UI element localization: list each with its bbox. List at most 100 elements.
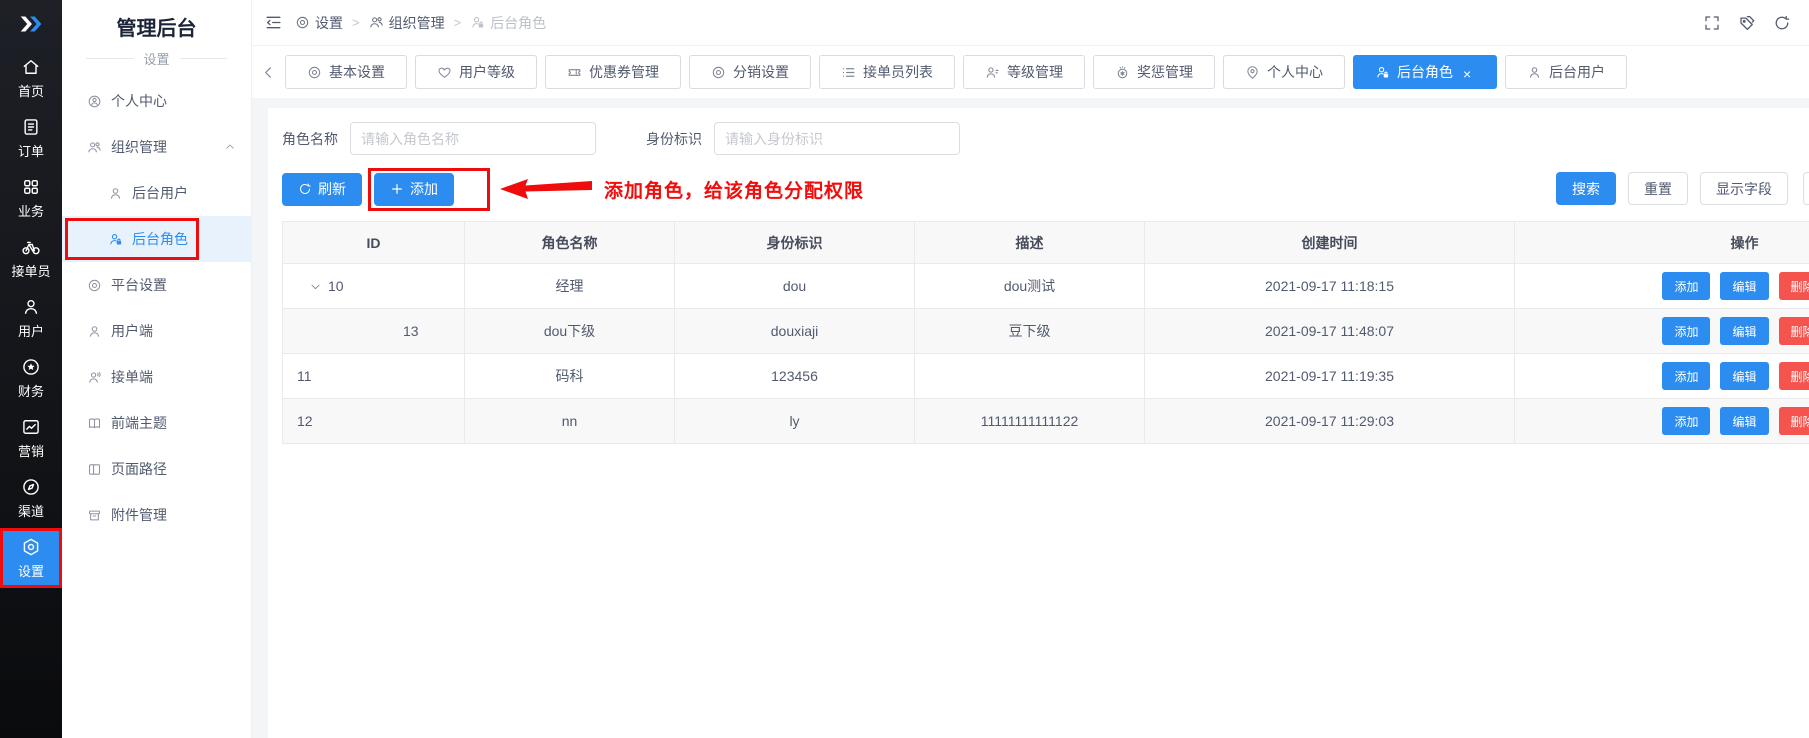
home-icon bbox=[21, 57, 41, 77]
row-delete-button[interactable]: 删除 bbox=[1779, 317, 1809, 345]
tab-profile[interactable]: 个人中心 bbox=[1223, 55, 1345, 89]
refresh-label: 刷新 bbox=[318, 179, 346, 199]
sidebar-group-text: 设置 bbox=[144, 49, 170, 68]
heart-icon bbox=[437, 65, 452, 80]
refresh-icon[interactable] bbox=[1773, 14, 1791, 32]
tab-level-management[interactable]: 等级管理 bbox=[963, 55, 1085, 89]
tab-admin-roles[interactable]: 后台角色× bbox=[1353, 55, 1497, 89]
person-lock-icon bbox=[108, 232, 123, 247]
cell-created-at: 2021-09-17 11:48:07 bbox=[1145, 309, 1515, 354]
breadcrumb-item-organization[interactable]: 组织管理 bbox=[369, 13, 445, 33]
sidebar-item-attachments[interactable]: 附件管理 bbox=[62, 492, 251, 538]
tab-label: 用户等级 bbox=[459, 62, 515, 82]
show-fields-label: 显示字段 bbox=[1716, 179, 1772, 199]
sidebar-item-page-path[interactable]: 页面路径 bbox=[62, 446, 251, 492]
app-logo bbox=[0, 0, 62, 48]
add-role-button[interactable]: 添加 bbox=[374, 173, 454, 206]
rail-item-marketing[interactable]: 营销 bbox=[0, 408, 62, 468]
person-icon bbox=[1527, 65, 1542, 80]
tab-close-icon[interactable]: × bbox=[1463, 66, 1475, 78]
table-row: 11 码科 123456 2021-09-17 11:19:35 添加编辑删除 bbox=[283, 354, 1809, 399]
compass-icon bbox=[21, 477, 41, 497]
rail-item-couriers[interactable]: 接单员 bbox=[0, 228, 62, 288]
tab-reward-punishment[interactable]: 奖惩管理 bbox=[1093, 55, 1215, 89]
tab-courier-list[interactable]: 接单员列表 bbox=[819, 55, 955, 89]
refresh-button[interactable]: 刷新 bbox=[282, 173, 362, 206]
toolbar-row: 刷新 添加 添加角色，给该角色分配权限 搜索 重置 显示字段 bbox=[282, 171, 1809, 207]
rail-item-orders[interactable]: 订单 bbox=[0, 108, 62, 168]
cell-identity: dou bbox=[675, 264, 915, 309]
breadcrumb-item-settings[interactable]: 设置 bbox=[295, 13, 343, 33]
fullscreen-icon[interactable] bbox=[1703, 14, 1721, 32]
row-add-button[interactable]: 添加 bbox=[1662, 362, 1710, 390]
cell-created-at: 2021-09-17 11:18:15 bbox=[1145, 264, 1515, 309]
filter-row: 角色名称 身份标识 bbox=[282, 122, 1809, 155]
row-edit-button[interactable]: 编辑 bbox=[1720, 407, 1768, 435]
rail-item-label: 接单员 bbox=[11, 261, 50, 280]
rail-item-users[interactable]: 用户 bbox=[0, 288, 62, 348]
rail-item-label: 业务 bbox=[18, 201, 44, 220]
search-button[interactable]: 搜索 bbox=[1556, 172, 1616, 205]
row-delete-button[interactable]: 删除 bbox=[1779, 362, 1809, 390]
row-add-button[interactable]: 添加 bbox=[1662, 272, 1710, 300]
identity-label: 身份标识 bbox=[646, 129, 702, 149]
tab-basic-settings[interactable]: 基本设置 bbox=[285, 55, 407, 89]
cell-description: dou测试 bbox=[915, 264, 1145, 309]
cell-role-name: dou下级 bbox=[465, 309, 675, 354]
search-actions: 搜索 重置 显示字段 bbox=[1556, 172, 1788, 205]
reset-button[interactable]: 重置 bbox=[1628, 172, 1688, 205]
collapse-sidebar-icon[interactable] bbox=[264, 13, 283, 32]
table-row-child: 13 dou下级 douxiaji 豆下级 2021-09-17 11:48:0… bbox=[283, 309, 1809, 354]
people-icon bbox=[87, 140, 102, 155]
sidebar-item-admin-roles[interactable]: 后台角色 bbox=[62, 216, 251, 262]
tab-user-levels[interactable]: 用户等级 bbox=[415, 55, 537, 89]
rail-item-label: 渠道 bbox=[18, 501, 44, 520]
row-add-button[interactable]: 添加 bbox=[1662, 317, 1710, 345]
rail-item-settings[interactable]: 设置 bbox=[0, 528, 62, 588]
rail-item-finance[interactable]: 财务 bbox=[0, 348, 62, 408]
sidebar-item-organization[interactable]: 组织管理 bbox=[62, 124, 251, 170]
chevron-up-icon[interactable] bbox=[224, 141, 236, 153]
row-add-button[interactable]: 添加 bbox=[1662, 407, 1710, 435]
row-delete-button[interactable]: 删除 bbox=[1779, 407, 1809, 435]
sidebar-item-admin-users[interactable]: 后台用户 bbox=[62, 170, 251, 216]
row-edit-button[interactable]: 编辑 bbox=[1720, 317, 1768, 345]
col-id: ID bbox=[283, 222, 465, 264]
rail-item-home[interactable]: 首页 bbox=[0, 48, 62, 108]
identity-input[interactable] bbox=[714, 122, 960, 155]
show-fields-button[interactable]: 显示字段 bbox=[1700, 172, 1788, 205]
menu-label: 用户端 bbox=[111, 321, 153, 341]
rail-item-label: 首页 bbox=[18, 81, 44, 100]
row-edit-button[interactable]: 编辑 bbox=[1720, 362, 1768, 390]
tabs-scroll-left-icon[interactable] bbox=[260, 64, 277, 81]
list-icon bbox=[841, 65, 856, 80]
cell-created-at: 2021-09-17 11:29:03 bbox=[1145, 399, 1515, 444]
sidebar-item-worker-client[interactable]: 接单端 bbox=[62, 354, 251, 400]
rail-item-channels[interactable]: 渠道 bbox=[0, 468, 62, 528]
sidebar-item-profile[interactable]: 个人中心 bbox=[62, 78, 251, 124]
breadcrumb: 设置 > 组织管理 > 后台角色 bbox=[295, 13, 546, 33]
cell-identity: 123456 bbox=[675, 354, 915, 399]
main-area: 设置 > 组织管理 > 后台角色 基本设置 用户等级 优惠券管理 分销设置 接单… bbox=[252, 0, 1809, 738]
roles-table: ID 角色名称 身份标识 描述 创建时间 操作 10 经理 dou bbox=[282, 221, 1809, 444]
secondary-sidebar: 管理后台 设置 个人中心 组织管理 后台用户 后台角色 平台设置 用户端 接单端… bbox=[62, 0, 252, 738]
row-edit-button[interactable]: 编辑 bbox=[1720, 272, 1768, 300]
sidebar-item-platform-settings[interactable]: 平台设置 bbox=[62, 262, 251, 308]
row-delete-button[interactable]: 删除 bbox=[1779, 272, 1809, 300]
row-expand-icon[interactable] bbox=[309, 280, 322, 293]
cell-role-name: 经理 bbox=[465, 264, 675, 309]
tab-coupon-management[interactable]: 优惠券管理 bbox=[545, 55, 681, 89]
clipped-edge-button[interactable] bbox=[1803, 172, 1809, 205]
menu-label: 页面路径 bbox=[111, 459, 167, 479]
role-name-input[interactable] bbox=[350, 122, 596, 155]
person-circle-icon bbox=[87, 94, 102, 109]
tags-icon[interactable] bbox=[1738, 14, 1756, 32]
tab-distribution-settings[interactable]: 分销设置 bbox=[689, 55, 811, 89]
tab-label: 等级管理 bbox=[1007, 62, 1063, 82]
sidebar-item-frontend-theme[interactable]: 前端主题 bbox=[62, 400, 251, 446]
sidebar-item-user-client[interactable]: 用户端 bbox=[62, 308, 251, 354]
menu-label: 个人中心 bbox=[111, 91, 167, 111]
rail-item-business[interactable]: 业务 bbox=[0, 168, 62, 228]
person-lock-icon bbox=[1375, 65, 1390, 80]
tab-admin-users[interactable]: 后台用户 bbox=[1505, 55, 1627, 89]
